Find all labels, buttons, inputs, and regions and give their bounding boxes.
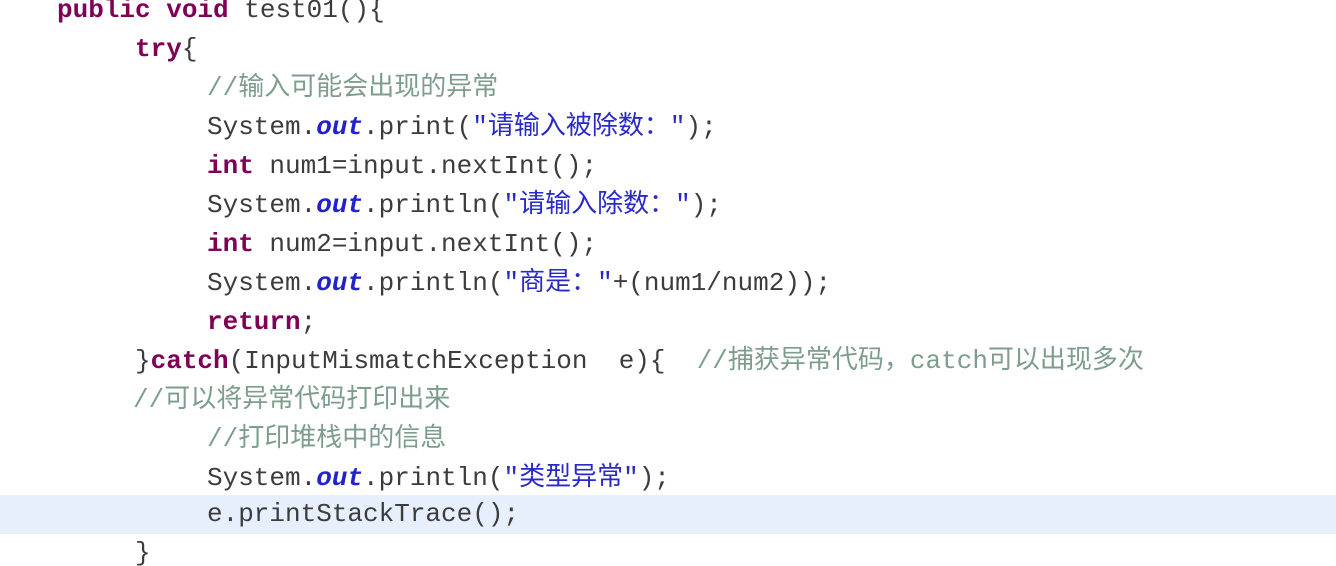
- code-token-pl: System.: [207, 463, 317, 493]
- code-line[interactable]: return;: [0, 303, 1336, 342]
- code-token-pl: .println(: [363, 190, 504, 220]
- code-line[interactable]: System.out.print("请输入被除数：");: [0, 108, 1336, 147]
- code-line[interactable]: }: [0, 534, 1336, 566]
- code-token-pl: .println(: [363, 463, 504, 493]
- code-line[interactable]: public void test01(){: [0, 0, 1336, 30]
- code-line[interactable]: int num1=input.nextInt();: [0, 147, 1336, 186]
- code-token-fld: out: [316, 268, 364, 298]
- code-token-pl: System.: [207, 112, 317, 142]
- code-token-kw: catch: [150, 346, 229, 376]
- code-line[interactable]: //可以将异常代码打印出来: [0, 381, 1336, 420]
- code-token-kw: try: [135, 34, 182, 64]
- code-token-pl: }: [135, 538, 151, 566]
- code-token-pl: num2=input.nextInt();: [253, 229, 598, 259]
- code-token-pl: ;: [300, 307, 317, 337]
- code-token-pl: );: [638, 463, 670, 493]
- code-token-pl: .println(: [363, 268, 504, 298]
- code-token-cmt: //打印堆栈中的信息: [207, 424, 447, 454]
- code-token-str: "商是：": [503, 268, 613, 298]
- code-line[interactable]: //输入可能会出现的异常: [0, 69, 1336, 108]
- code-line[interactable]: }catch(InputMismatchException e){ //捕获异常…: [0, 342, 1336, 381]
- code-token-fld: out: [316, 463, 364, 493]
- code-editor-viewport[interactable]: public void test01(){try{//输入可能会出现的异常 Sys…: [0, 0, 1336, 566]
- code-token-str: "请输入被除数：": [472, 112, 686, 142]
- code-token-pl: }: [135, 346, 151, 376]
- code-token-fld: out: [316, 112, 364, 142]
- code-token-pl: System.: [207, 268, 317, 298]
- code-token-pl: {: [181, 34, 198, 64]
- code-line[interactable]: System.out.println("请输入除数：");: [0, 186, 1336, 225]
- code-token-pl: System.: [207, 190, 317, 220]
- code-token-cmt: //输入可能会出现的异常: [207, 73, 499, 103]
- code-token-pl: test01(){: [228, 0, 385, 25]
- code-token-str: "类型异常": [503, 463, 639, 493]
- code-line[interactable]: try{: [0, 30, 1336, 69]
- code-line[interactable]: System.out.println("类型异常");: [0, 459, 1336, 498]
- code-line[interactable]: System.out.println("商是："+(num1/num2));: [0, 264, 1336, 303]
- code-line[interactable]: int num2=input.nextInt();: [0, 225, 1336, 264]
- code-line[interactable]: //打印堆栈中的信息: [0, 420, 1336, 459]
- code-token-str: "请输入除数：": [503, 190, 691, 220]
- code-token-fld: out: [316, 190, 364, 220]
- code-token-kw: public void: [57, 0, 229, 25]
- code-token-pl: e.printStackTrace();: [207, 499, 520, 529]
- code-token-cmt: //可以将异常代码打印出来: [133, 385, 451, 415]
- code-token-pl: +(num1/num2));: [612, 268, 832, 298]
- code-token-cmt: //捕获异常代码，catch可以出现多次: [696, 346, 1144, 376]
- code-token-pl: .print(: [363, 112, 473, 142]
- code-token-kw: int: [207, 151, 254, 181]
- code-token-pl: (InputMismatchException e){: [228, 346, 697, 376]
- code-token-pl: );: [685, 112, 717, 142]
- code-line[interactable]: e.printStackTrace();: [0, 495, 1336, 534]
- code-token-kw: int: [207, 229, 254, 259]
- code-token-pl: num1=input.nextInt();: [253, 151, 598, 181]
- code-token-kw: return: [207, 307, 301, 337]
- code-token-pl: );: [690, 190, 722, 220]
